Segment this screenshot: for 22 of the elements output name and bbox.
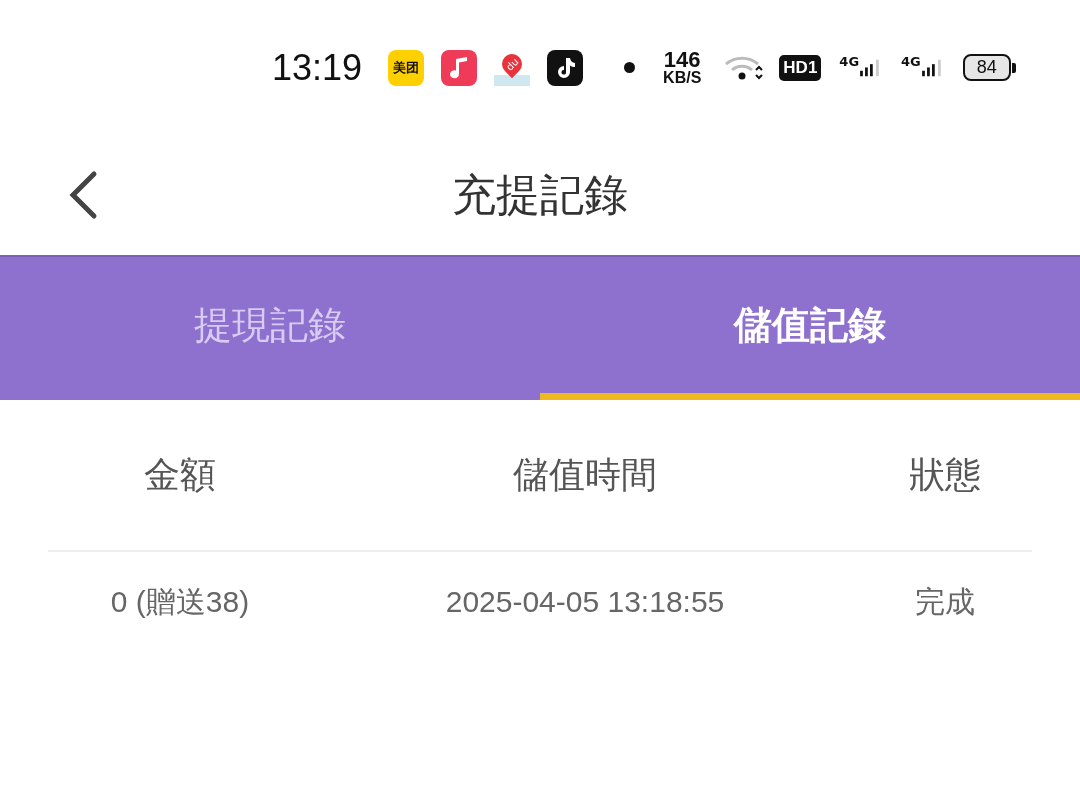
column-header: 狀態 [908,452,982,497]
table-cell-text: 完成 [914,583,976,620]
speed-unit: KB/S [663,69,702,86]
network-label: 4G [901,53,921,69]
hd-badge: HD1 [779,54,822,81]
page-title: 充提記錄 [452,167,628,222]
battery-indicator: 84 [962,54,1016,81]
wifi-icon [723,54,764,81]
app-icon: 美团 [388,49,425,86]
music-note-icon [547,49,584,86]
back-icon[interactable] [67,170,99,220]
music-note-icon [441,49,478,86]
table-cell-text: 2025-04-05 13:18:55 [444,585,726,619]
column-header: 金額 [143,452,217,497]
tab[interactable]: 提現記錄 [0,257,540,400]
tab[interactable]: 儲值記錄 [540,257,1080,400]
clock-time: 13:19 [272,46,363,89]
notification-dot-icon [624,62,636,73]
table-cell-text: 0 (贈送38) [109,583,251,620]
column-header: 儲值時間 [512,452,658,497]
speed-value: 146 [663,49,701,70]
network-label: 4G [839,53,860,69]
